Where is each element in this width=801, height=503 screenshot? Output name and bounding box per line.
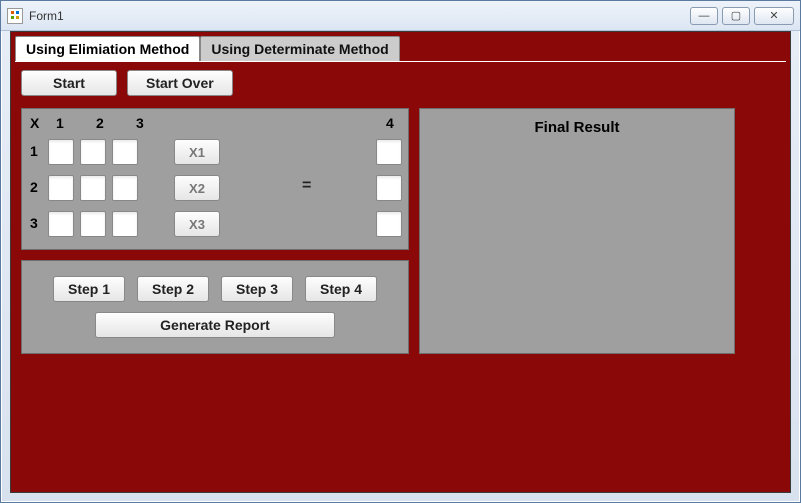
cell-1-2[interactable]: [80, 139, 106, 165]
step4-button[interactable]: Step 4: [305, 276, 377, 302]
col-header-3: 3: [136, 115, 144, 131]
tab-determinate[interactable]: Using Determinate Method: [200, 36, 399, 61]
cell-1-1[interactable]: [48, 139, 74, 165]
col-header-1: 1: [56, 115, 64, 131]
x3-button[interactable]: X3: [174, 211, 220, 237]
tab-strip: Using Elimiation Method Using Determinat…: [11, 32, 790, 61]
start-over-button[interactable]: Start Over: [127, 70, 233, 96]
result-title: Final Result: [534, 119, 619, 136]
tab-underline: [15, 61, 786, 62]
col-header-4: 4: [386, 115, 394, 131]
client-area: Using Elimiation Method Using Determinat…: [10, 31, 791, 493]
toolbar: Start Start Over: [21, 70, 784, 96]
matrix-panel: X 1 2 3 4 1 2 3 X1: [21, 108, 409, 250]
window-chrome: Form1 — ▢ ✕ Using Elimiation Method Usin…: [0, 0, 801, 503]
step2-button[interactable]: Step 2: [137, 276, 209, 302]
cell-3-3[interactable]: [112, 211, 138, 237]
row-header-1: 1: [30, 143, 38, 159]
tab-content: Start Start Over X 1 2 3 4 1 2 3: [17, 68, 784, 486]
tab-elimination[interactable]: Using Elimiation Method: [15, 36, 200, 61]
rhs-2[interactable]: [376, 175, 402, 201]
window-title: Form1: [29, 9, 64, 23]
window-buttons: — ▢ ✕: [690, 7, 794, 25]
cell-2-2[interactable]: [80, 175, 106, 201]
cell-1-3[interactable]: [112, 139, 138, 165]
col-header-2: 2: [96, 115, 104, 131]
equals-label: =: [302, 177, 311, 195]
cell-3-1[interactable]: [48, 211, 74, 237]
step3-button[interactable]: Step 3: [221, 276, 293, 302]
start-button[interactable]: Start: [21, 70, 117, 96]
titlebar: Form1 — ▢ ✕: [1, 1, 800, 31]
cell-2-3[interactable]: [112, 175, 138, 201]
cell-2-1[interactable]: [48, 175, 74, 201]
matrix-corner: X: [30, 115, 39, 131]
steps-panel: Step 1 Step 2 Step 3 Step 4 Generate Rep…: [21, 260, 409, 354]
rhs-3[interactable]: [376, 211, 402, 237]
left-column: X 1 2 3 4 1 2 3 X1: [21, 108, 409, 354]
step1-button[interactable]: Step 1: [53, 276, 125, 302]
x2-button[interactable]: X2: [174, 175, 220, 201]
result-panel: Final Result: [419, 108, 735, 354]
generate-report-button[interactable]: Generate Report: [95, 312, 335, 338]
steps-row: Step 1 Step 2 Step 3 Step 4: [53, 276, 377, 302]
x1-button[interactable]: X1: [174, 139, 220, 165]
close-button[interactable]: ✕: [754, 7, 794, 25]
minimize-button[interactable]: —: [690, 7, 718, 25]
app-icon: [7, 8, 23, 24]
panels: X 1 2 3 4 1 2 3 X1: [21, 108, 780, 354]
rhs-1[interactable]: [376, 139, 402, 165]
row-header-2: 2: [30, 179, 38, 195]
cell-3-2[interactable]: [80, 211, 106, 237]
maximize-button[interactable]: ▢: [722, 7, 750, 25]
row-header-3: 3: [30, 215, 38, 231]
